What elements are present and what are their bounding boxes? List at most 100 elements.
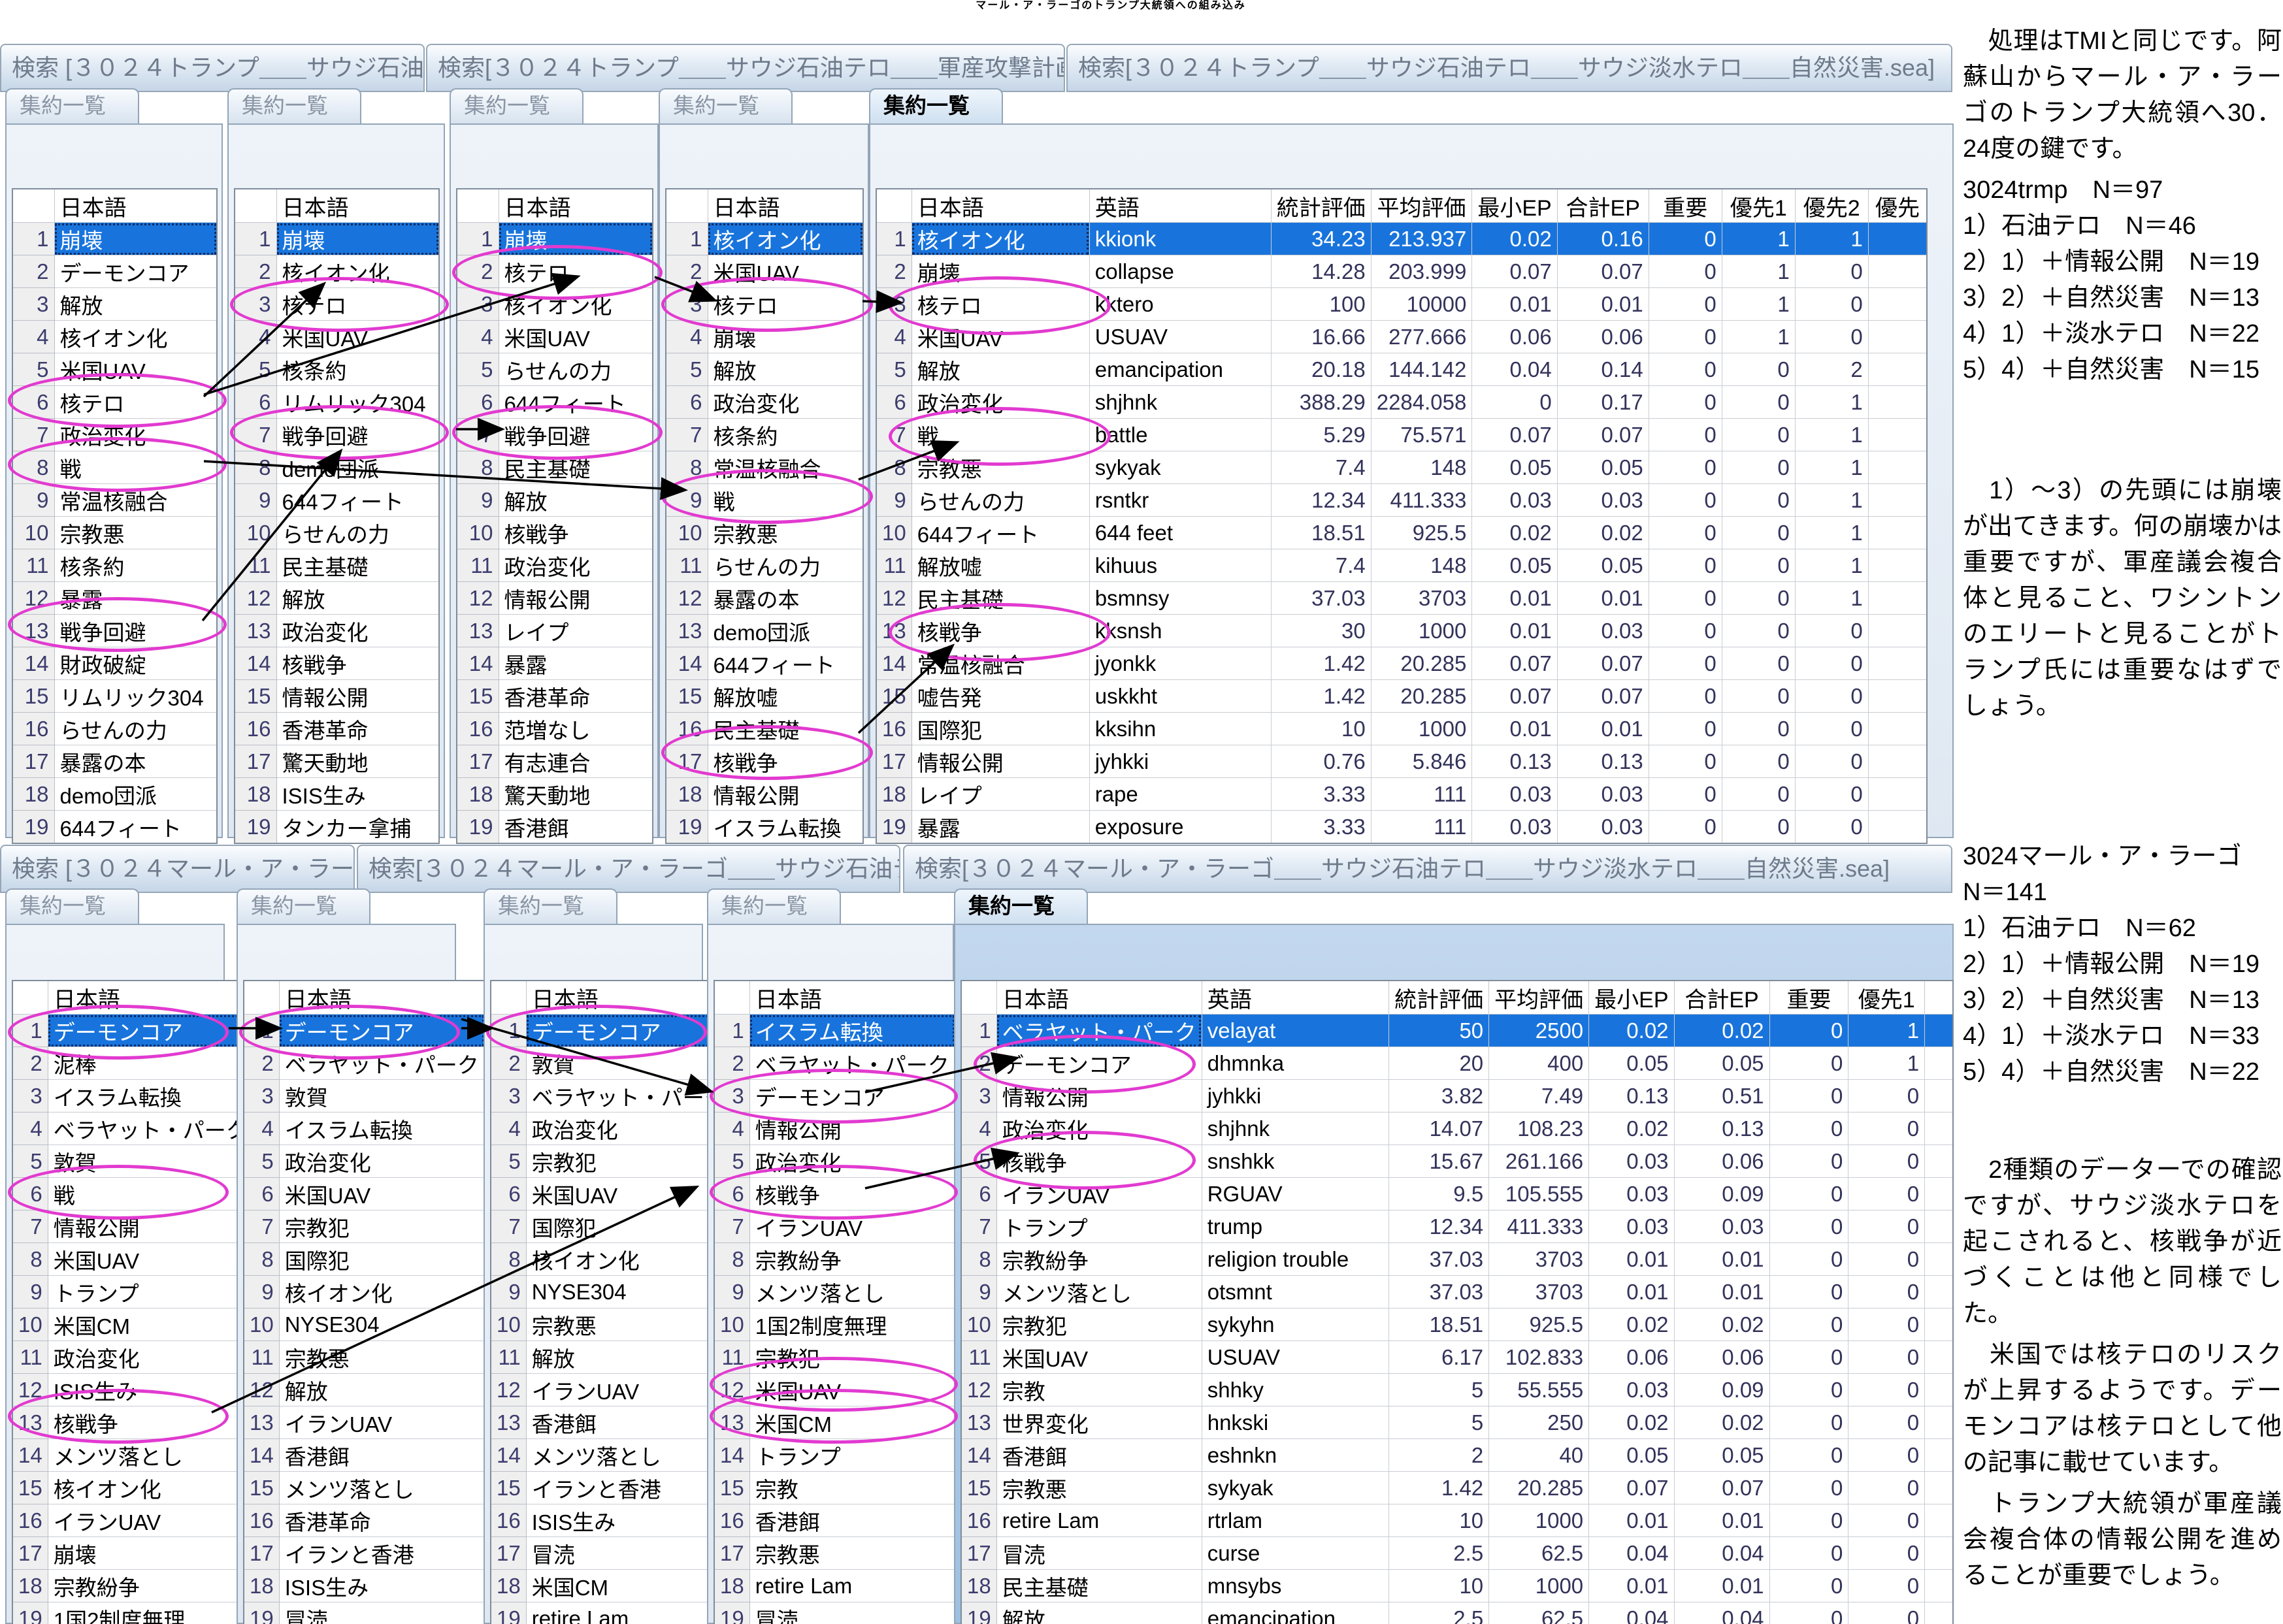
japanese-cell[interactable]: 米国CM xyxy=(48,1308,254,1341)
value-cell[interactable]: 0 xyxy=(1848,1406,1925,1439)
japanese-cell[interactable]: 解放 xyxy=(276,582,439,615)
table-row[interactable]: 7戦battle5.2975.5710.070.07001 xyxy=(876,419,1927,451)
value-cell[interactable]: 0.03 xyxy=(1472,778,1557,811)
value-cell[interactable]: 0 xyxy=(1769,1537,1848,1570)
japanese-cell[interactable]: 解放 xyxy=(708,353,863,386)
table-row[interactable]: 8戦 xyxy=(12,451,217,484)
table-row[interactable]: 101国2制度無理 xyxy=(714,1308,955,1341)
value-cell[interactable]: 62.5 xyxy=(1489,1537,1589,1570)
value-cell[interactable]: 0 xyxy=(1848,1439,1925,1472)
value-cell[interactable] xyxy=(1925,1015,1953,1047)
value-cell[interactable]: 0.17 xyxy=(1557,386,1649,419)
japanese-cell[interactable]: 暴露 xyxy=(499,647,653,680)
table-row[interactable]: 4政治変化shjhnk14.07108.230.020.1300 xyxy=(961,1112,1953,1145)
value-cell[interactable]: 16.66 xyxy=(1271,321,1371,353)
value-cell[interactable] xyxy=(1925,1374,1953,1406)
japanese-cell[interactable]: 民主基礎 xyxy=(912,582,1089,615)
value-cell[interactable]: 111 xyxy=(1371,811,1472,844)
value-cell[interactable] xyxy=(1868,484,1927,517)
value-cell[interactable]: 1 xyxy=(1795,419,1868,451)
japanese-cell[interactable]: 暴露の本 xyxy=(708,582,863,615)
japanese-cell[interactable]: 解放嘘 xyxy=(708,680,863,713)
value-cell[interactable]: 0 xyxy=(1722,778,1795,811)
value-cell[interactable]: 261.166 xyxy=(1489,1145,1589,1178)
english-cell[interactable]: emancipation xyxy=(1089,353,1271,386)
table-row[interactable]: 3核テロ xyxy=(235,288,439,321)
table-row[interactable]: 4崩壊 xyxy=(666,321,863,353)
table-row[interactable]: 18ISIS生み xyxy=(235,778,439,811)
table-row[interactable]: 12民主基礎bsmnsy37.0337030.010.01001 xyxy=(876,582,1927,615)
japanese-cell[interactable]: 解放 xyxy=(499,484,653,517)
japanese-cell[interactable]: 核イオン化 xyxy=(54,321,217,353)
table-row[interactable]: 13イランUAV xyxy=(244,1406,485,1439)
table-row[interactable]: 8民主基礎 xyxy=(457,451,653,484)
value-cell[interactable]: 0.01 xyxy=(1674,1504,1769,1537)
value-cell[interactable]: 10 xyxy=(1389,1504,1489,1537)
japanese-cell[interactable]: リムリック304 xyxy=(276,386,439,419)
table-row[interactable]: 2ベラヤット・パーク xyxy=(714,1047,955,1080)
japanese-cell[interactable]: トランプ xyxy=(749,1439,955,1472)
japanese-cell[interactable]: 戦争回避 xyxy=(499,419,653,451)
table-row[interactable]: 14メンツ落とし xyxy=(12,1439,254,1472)
japanese-cell[interactable]: レイプ xyxy=(912,778,1089,811)
japanese-cell[interactable]: 民主基礎 xyxy=(276,549,439,582)
japanese-cell[interactable]: 戦 xyxy=(48,1178,254,1210)
value-cell[interactable]: 111 xyxy=(1371,778,1472,811)
value-cell[interactable]: 102.833 xyxy=(1489,1341,1589,1374)
japanese-cell[interactable]: 解放 xyxy=(54,288,217,321)
japanese-cell[interactable]: 1国2制度無理 xyxy=(48,1602,254,1624)
table-row[interactable]: 12ISIS生み xyxy=(12,1374,254,1406)
japanese-cell[interactable]: 敦賀 xyxy=(526,1047,732,1080)
japanese-cell[interactable]: 情報公開 xyxy=(499,582,653,615)
table-row[interactable]: 18demo団派 xyxy=(12,778,217,811)
value-cell[interactable]: 9.5 xyxy=(1389,1178,1489,1210)
table-row[interactable]: 14トランプ xyxy=(714,1439,955,1472)
value-cell[interactable]: 0 xyxy=(1848,1602,1925,1624)
japanese-cell[interactable]: 世界変化 xyxy=(996,1406,1202,1439)
value-cell[interactable]: 0.07 xyxy=(1557,647,1649,680)
japanese-cell[interactable]: NYSE304 xyxy=(279,1308,485,1341)
value-cell[interactable]: 0 xyxy=(1649,223,1722,255)
value-cell[interactable]: 1 xyxy=(1795,223,1868,255)
table-row[interactable]: 2デーモンコアdhmnka204000.050.0501 xyxy=(961,1047,1953,1080)
table-row[interactable]: 19冒涜 xyxy=(244,1602,485,1624)
table-row[interactable]: 14財政破綻 xyxy=(12,647,217,680)
japanese-cell[interactable]: イスラム転換 xyxy=(708,811,863,844)
value-cell[interactable]: 0 xyxy=(1649,582,1722,615)
table-row[interactable]: 18retire Lam xyxy=(714,1570,955,1602)
value-cell[interactable] xyxy=(1868,615,1927,647)
value-cell[interactable]: 0 xyxy=(1795,647,1868,680)
english-cell[interactable]: kihuus xyxy=(1089,549,1271,582)
value-cell[interactable]: 0 xyxy=(1795,811,1868,844)
window-titlebar-bottom-3[interactable]: 検索[３０２４マール・ア・ラーゴ＿＿サウジ石油テロ＿＿サウジ淡水テロ＿＿自然災害… xyxy=(903,845,1952,893)
value-cell[interactable] xyxy=(1868,255,1927,288)
japanese-cell[interactable]: トランプ xyxy=(48,1276,254,1308)
japanese-cell[interactable]: イランUAV xyxy=(526,1374,732,1406)
japanese-cell[interactable]: 核戦争 xyxy=(276,647,439,680)
english-cell[interactable]: dhmnka xyxy=(1202,1047,1388,1080)
value-cell[interactable]: 0 xyxy=(1795,745,1868,778)
value-cell[interactable]: 0.06 xyxy=(1674,1145,1769,1178)
value-cell[interactable]: 40 xyxy=(1489,1439,1589,1472)
value-cell[interactable]: 1.42 xyxy=(1389,1472,1489,1504)
japanese-cell[interactable]: 暴露の本 xyxy=(54,745,217,778)
value-cell[interactable]: 7.4 xyxy=(1271,451,1371,484)
value-cell[interactable]: 7.49 xyxy=(1489,1080,1589,1112)
value-cell[interactable]: 0 xyxy=(1795,680,1868,713)
table-row[interactable]: 17驚天動地 xyxy=(235,745,439,778)
value-cell[interactable]: 5.29 xyxy=(1271,419,1371,451)
value-cell[interactable]: 0.05 xyxy=(1472,451,1557,484)
table-row[interactable]: 6核戦争 xyxy=(714,1178,955,1210)
value-cell[interactable]: 0.01 xyxy=(1557,582,1649,615)
value-cell[interactable]: 0.07 xyxy=(1472,419,1557,451)
table-row[interactable]: 2崩壊collapse14.28203.9990.070.07010 xyxy=(876,255,1927,288)
english-cell[interactable]: USUAV xyxy=(1089,321,1271,353)
value-cell[interactable]: 0.07 xyxy=(1472,680,1557,713)
value-cell[interactable]: 0.01 xyxy=(1674,1570,1769,1602)
japanese-cell[interactable]: イランUAV xyxy=(749,1210,955,1243)
english-cell[interactable]: shjhnk xyxy=(1202,1112,1388,1145)
japanese-cell[interactable]: 常温核融合 xyxy=(912,647,1089,680)
value-cell[interactable] xyxy=(1925,1308,1953,1341)
value-cell[interactable]: 0 xyxy=(1649,615,1722,647)
value-cell[interactable]: 0.03 xyxy=(1472,484,1557,517)
